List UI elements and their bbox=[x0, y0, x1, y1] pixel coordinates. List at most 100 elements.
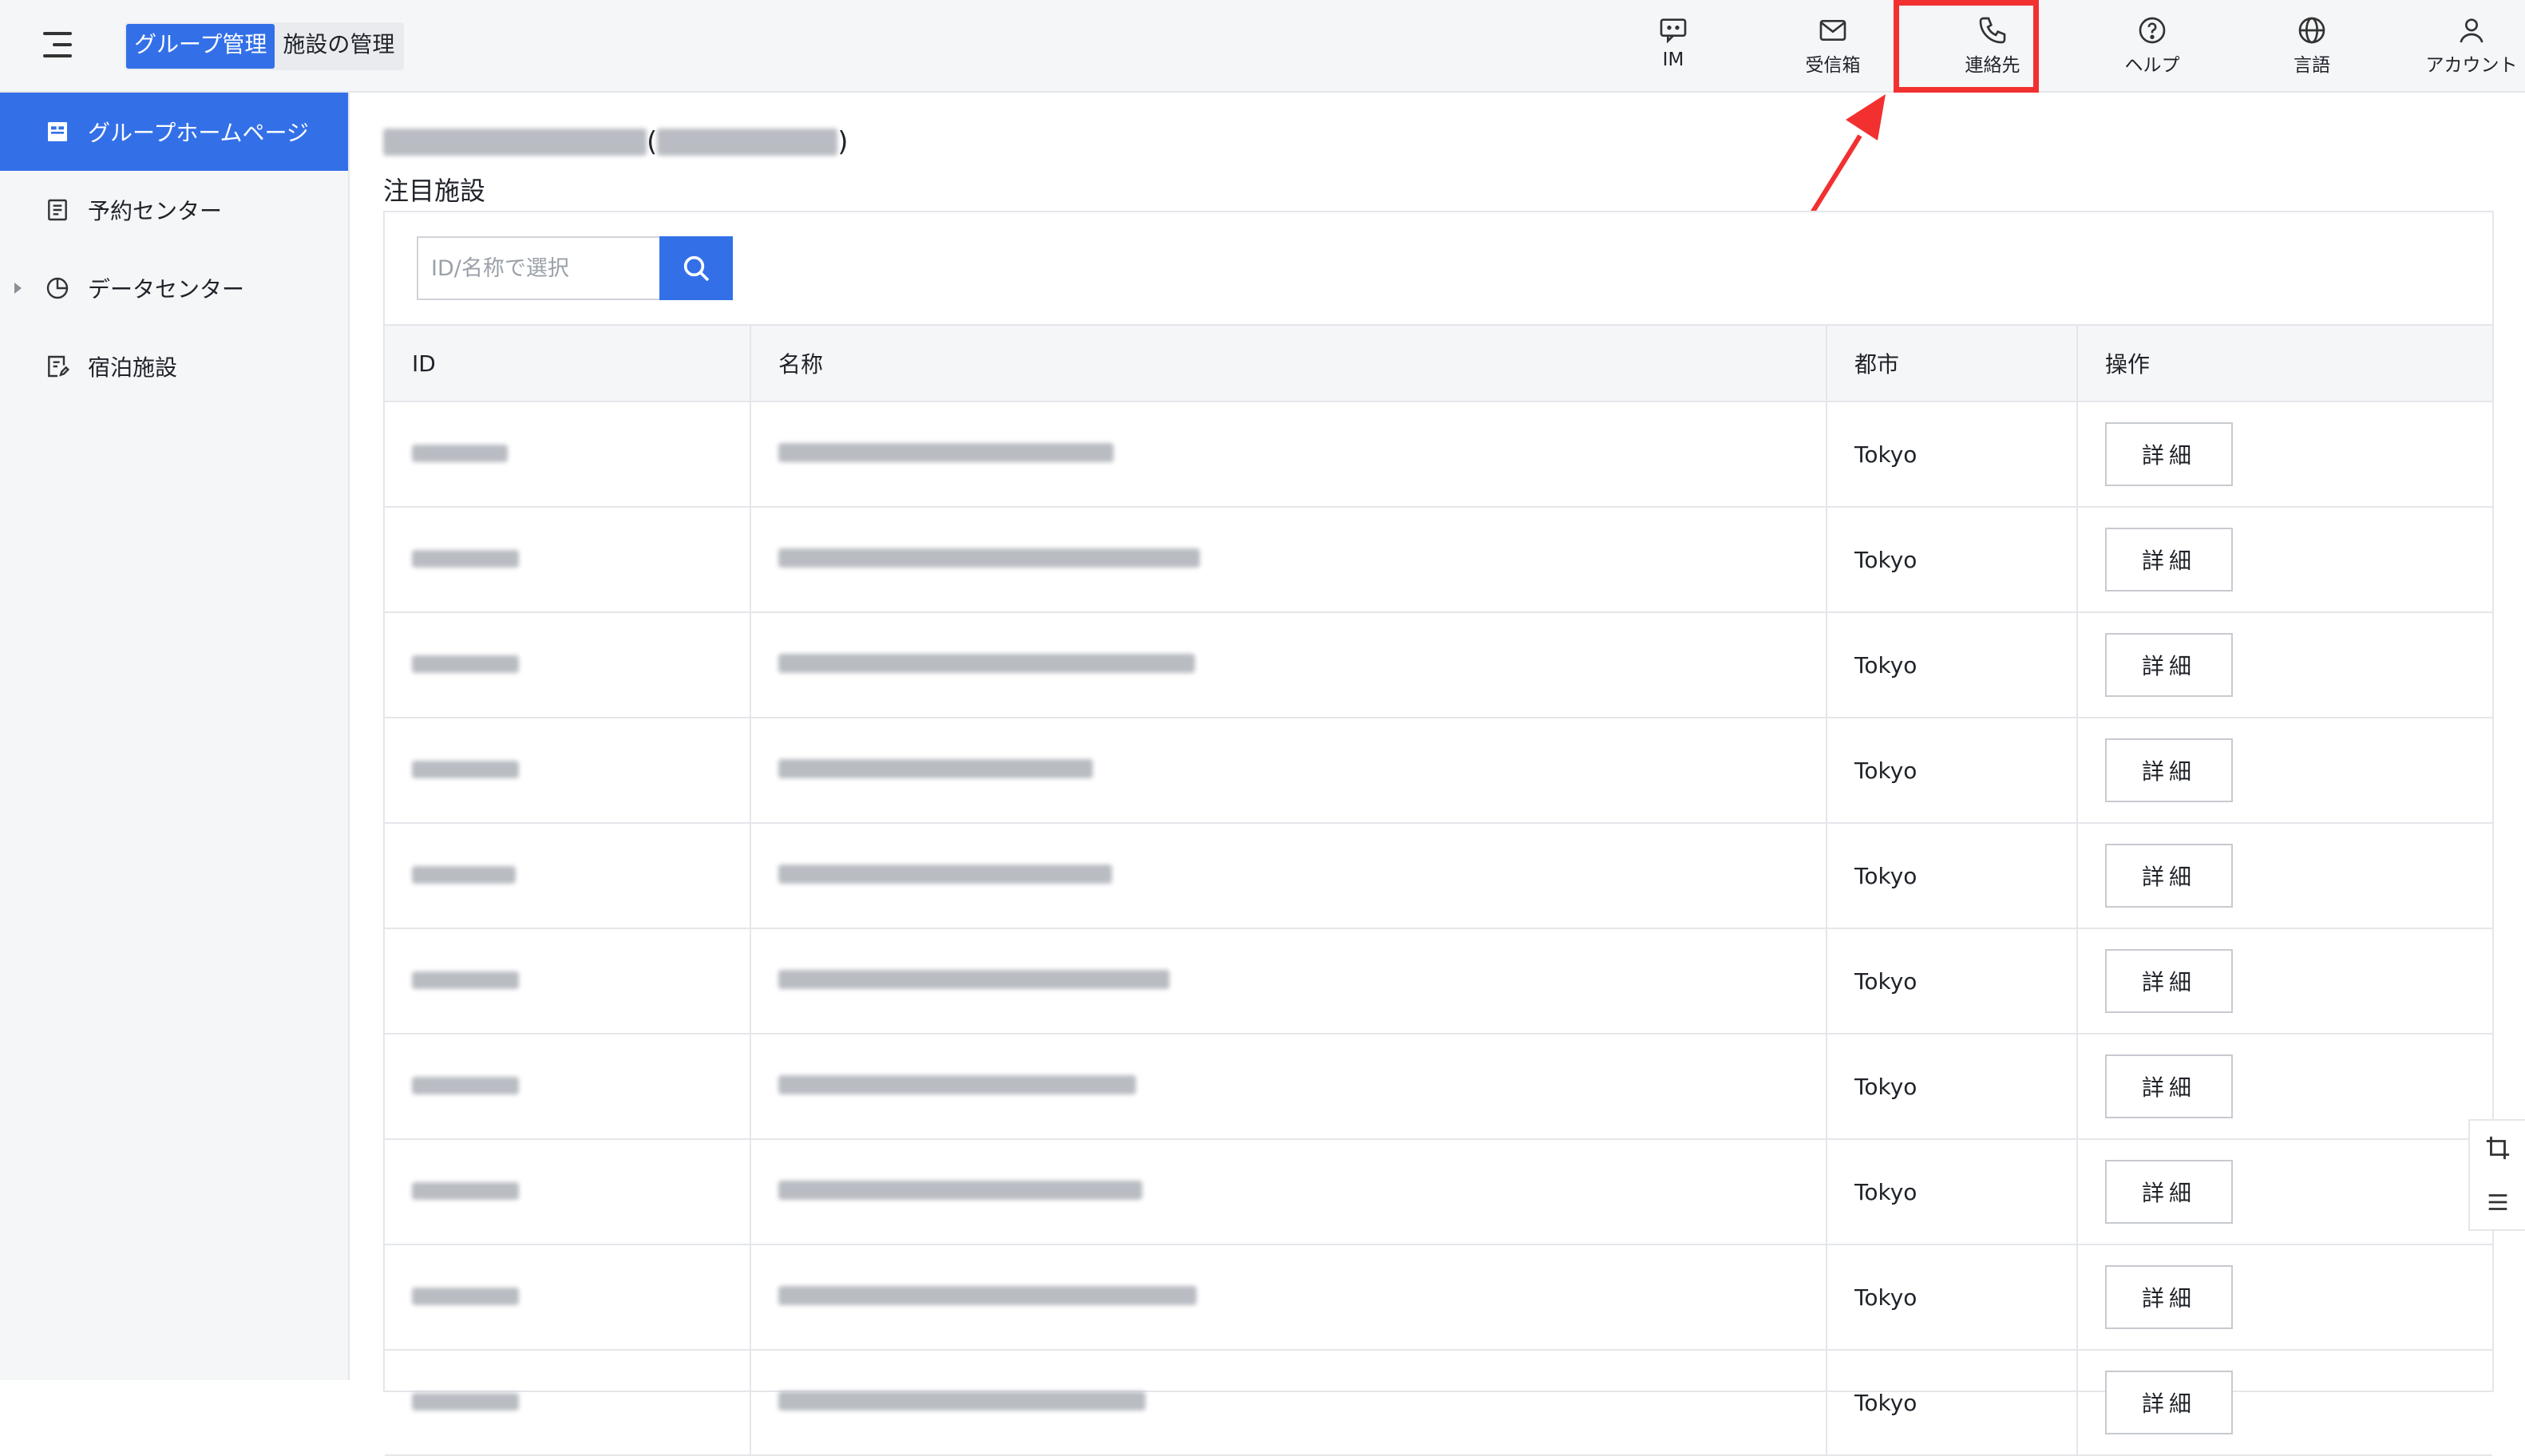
detail-button[interactable]: 詳細 bbox=[2105, 528, 2233, 592]
cell-id bbox=[385, 1034, 751, 1140]
nav-language[interactable]: 言語 bbox=[2232, 11, 2392, 80]
crop-tool[interactable] bbox=[2470, 1121, 2525, 1175]
home-icon bbox=[48, 122, 67, 141]
column-header-name: 名称 bbox=[750, 324, 1827, 402]
sidebar-item-reservation-center[interactable]: 予約センター bbox=[0, 171, 348, 249]
nav-contacts-label: 連絡先 bbox=[1965, 55, 2020, 76]
search-input[interactable] bbox=[417, 236, 659, 300]
redacted-name bbox=[778, 758, 1093, 778]
search-bar bbox=[417, 236, 733, 300]
nav-help[interactable]: ヘルプ bbox=[2072, 11, 2232, 80]
redacted-name bbox=[778, 1074, 1136, 1094]
sidebar-item-group-home[interactable]: グループホームページ bbox=[0, 93, 348, 171]
redacted-id bbox=[412, 1181, 519, 1200]
cell-id bbox=[385, 1139, 751, 1245]
cell-id bbox=[385, 928, 751, 1035]
redacted-id bbox=[412, 1392, 519, 1410]
search-icon bbox=[683, 255, 710, 282]
detail-button[interactable]: 詳細 bbox=[2105, 1054, 2233, 1118]
cell-action: 詳細 bbox=[2077, 928, 2492, 1035]
cell-city: Tokyo bbox=[1826, 507, 2078, 613]
redacted-id bbox=[412, 1287, 519, 1305]
nav-im[interactable]: IM bbox=[1593, 11, 1753, 80]
redacted-id bbox=[412, 760, 519, 778]
pie-chart-icon bbox=[46, 277, 69, 299]
table-row: Tokyo 詳細 bbox=[385, 1350, 2492, 1456]
cell-action: 詳細 bbox=[2077, 402, 2492, 508]
redacted-id bbox=[412, 655, 519, 673]
cell-id bbox=[385, 1350, 751, 1456]
redacted-id bbox=[412, 865, 516, 884]
sidebar: グループホームページ 予約センター データセンター 宿泊施設 bbox=[0, 93, 350, 1380]
mail-icon bbox=[1819, 20, 1846, 41]
phone-icon bbox=[1979, 17, 2006, 44]
table-row: Tokyo 詳細 bbox=[385, 928, 2492, 1035]
list-tool[interactable] bbox=[2470, 1175, 2525, 1229]
nav-im-label: IM bbox=[1662, 49, 1684, 70]
redacted-name bbox=[778, 442, 1114, 462]
detail-button[interactable]: 詳細 bbox=[2105, 633, 2233, 697]
redacted-name bbox=[778, 548, 1200, 568]
group-name: ( ) bbox=[383, 126, 849, 158]
mode-switch: グループ管理 施設の管理 bbox=[125, 22, 405, 70]
sidebar-item-data-center[interactable]: データセンター bbox=[0, 249, 348, 327]
search-button[interactable] bbox=[659, 236, 733, 300]
cell-name bbox=[750, 1139, 1827, 1245]
column-header-city: 都市 bbox=[1826, 324, 2078, 402]
expand-caret-icon[interactable] bbox=[14, 283, 22, 294]
tab-facility-management[interactable]: 施設の管理 bbox=[275, 24, 402, 69]
redacted-id bbox=[412, 549, 519, 568]
table-row: Tokyo 詳細 bbox=[385, 718, 2492, 824]
cell-action: 詳細 bbox=[2077, 1350, 2492, 1456]
redacted-name bbox=[778, 864, 1112, 884]
cell-name bbox=[750, 612, 1827, 718]
column-header-action: 操作 bbox=[2077, 324, 2492, 402]
floating-toolbar bbox=[2468, 1119, 2525, 1231]
sidebar-item-label: 宿泊施設 bbox=[88, 354, 178, 381]
nav-contacts[interactable]: 連絡先 bbox=[1913, 11, 2072, 80]
detail-button[interactable]: 詳細 bbox=[2105, 422, 2233, 486]
edit-document-icon bbox=[48, 355, 70, 378]
table-row: Tokyo 詳細 bbox=[385, 612, 2492, 718]
detail-button[interactable]: 詳細 bbox=[2105, 1371, 2233, 1434]
detail-button[interactable]: 詳細 bbox=[2105, 1160, 2233, 1224]
globe-icon bbox=[2298, 17, 2325, 44]
cell-city: Tokyo bbox=[1826, 928, 2078, 1035]
cell-action: 詳細 bbox=[2077, 612, 2492, 718]
redacted-id bbox=[412, 444, 508, 462]
cell-id bbox=[385, 612, 751, 718]
cell-city: Tokyo bbox=[1826, 1244, 2078, 1351]
redacted-id bbox=[412, 1076, 519, 1094]
cell-id bbox=[385, 402, 751, 508]
redacted-name bbox=[778, 653, 1195, 673]
nav-inbox[interactable]: 受信箱 bbox=[1753, 11, 1913, 80]
detail-button[interactable]: 詳細 bbox=[2105, 1265, 2233, 1329]
cell-name bbox=[750, 1244, 1827, 1351]
detail-button[interactable]: 詳細 bbox=[2105, 949, 2233, 1013]
chat-icon bbox=[1660, 18, 1687, 44]
redacted-id bbox=[412, 971, 519, 989]
table-row: Tokyo 詳細 bbox=[385, 1244, 2492, 1351]
hamburger-icon[interactable] bbox=[38, 27, 77, 65]
cell-city: Tokyo bbox=[1826, 718, 2078, 824]
nav-account[interactable]: アカウント bbox=[2392, 11, 2525, 80]
detail-button[interactable]: 詳細 bbox=[2105, 738, 2233, 802]
sidebar-item-lodging[interactable]: 宿泊施設 bbox=[0, 327, 348, 406]
cell-action: 詳細 bbox=[2077, 1139, 2492, 1245]
cell-id bbox=[385, 718, 751, 824]
column-header-id: ID bbox=[385, 324, 751, 402]
help-icon bbox=[2139, 17, 2166, 44]
detail-button[interactable]: 詳細 bbox=[2105, 844, 2233, 908]
cell-city: Tokyo bbox=[1826, 823, 2078, 929]
user-icon bbox=[2460, 18, 2483, 43]
cell-action: 詳細 bbox=[2077, 1244, 2492, 1351]
section-title: 注目施設 bbox=[383, 176, 486, 206]
cell-name bbox=[750, 402, 1827, 508]
table-row: Tokyo 詳細 bbox=[385, 402, 2492, 508]
tab-group-management[interactable]: グループ管理 bbox=[126, 24, 275, 69]
sidebar-item-label: グループホームページ bbox=[88, 120, 309, 146]
nav-help-label: ヘルプ bbox=[2124, 55, 2180, 76]
group-id-open-paren: ( bbox=[647, 126, 658, 158]
cell-name bbox=[750, 1034, 1827, 1140]
redacted-name bbox=[778, 1285, 1197, 1305]
